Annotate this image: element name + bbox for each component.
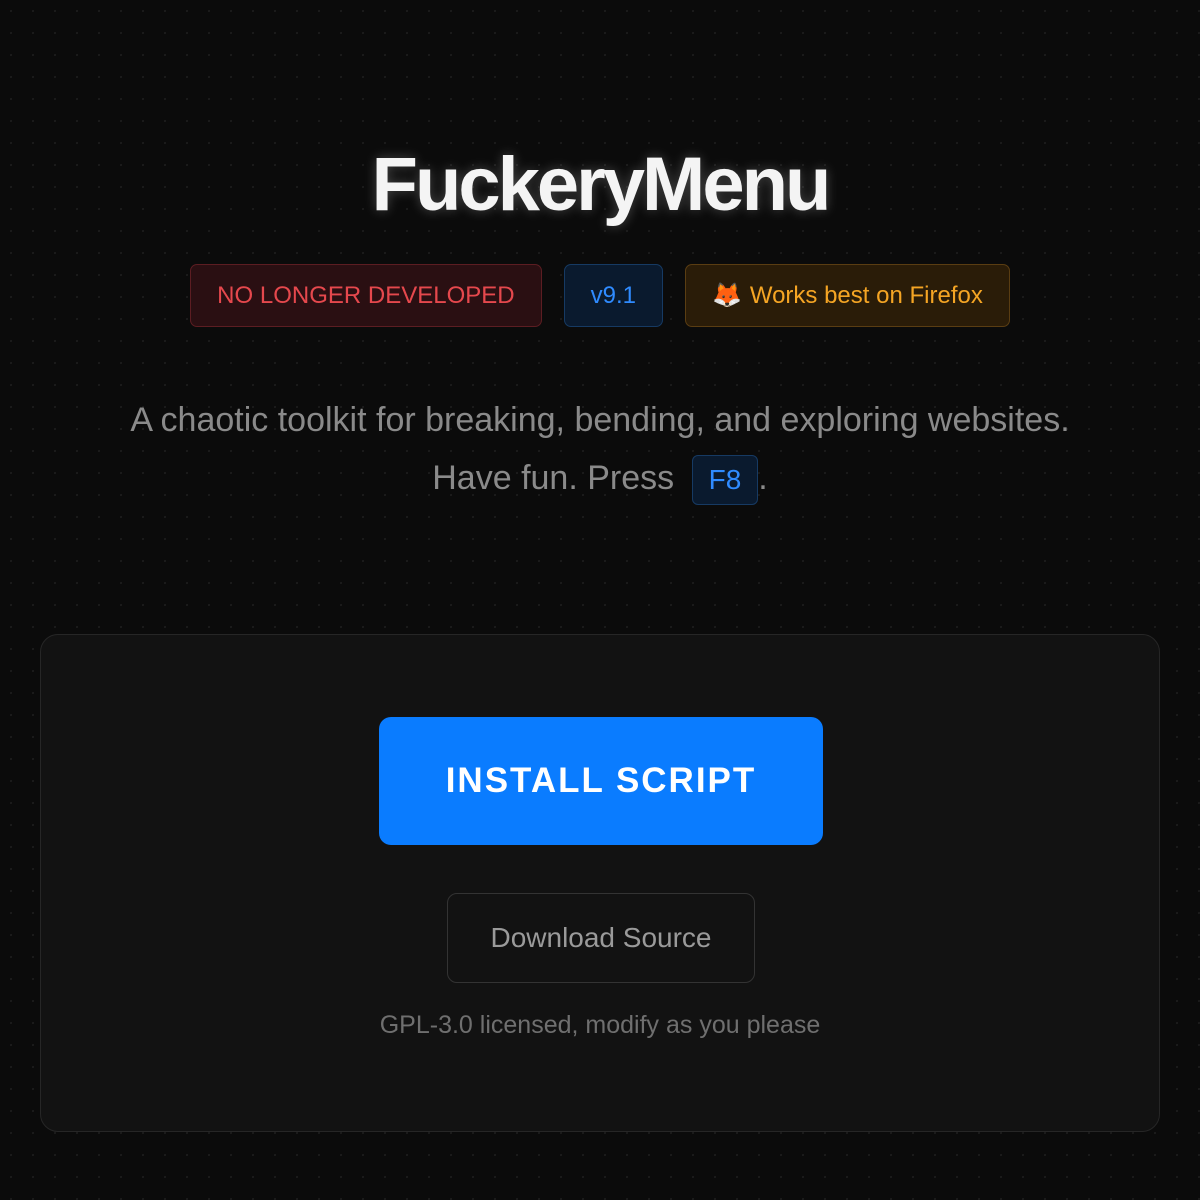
- version-badge-label: v9.1: [590, 281, 636, 309]
- hotkey-hint-prefix: Have fun. Press: [432, 459, 675, 497]
- download-source-button[interactable]: Download Source: [447, 893, 755, 983]
- page-title: FuckeryMenu: [371, 142, 832, 227]
- license-note: GPL-3.0 licensed, modify as you please: [379, 1011, 821, 1039]
- hotkey-hint-suffix: .: [758, 459, 768, 497]
- hotkey-key: F8: [691, 455, 759, 506]
- hotkey-hint: Have fun. Press F8.: [0, 452, 1200, 506]
- install-card: INSTALL SCRIPT Download Source GPL-3.0 l…: [40, 634, 1160, 1132]
- tagline: A chaotic toolkit for breaking, bending,…: [130, 401, 1070, 439]
- install-script-button[interactable]: INSTALL SCRIPT: [379, 717, 823, 845]
- status-badge-label: NO LONGER DEVELOPED: [217, 281, 515, 309]
- fox-icon: 🦊: [711, 282, 742, 309]
- page: FuckeryMenu NO LONGER DEVELOPED v9.1 🦊 W…: [0, 0, 1200, 1200]
- status-badge: NO LONGER DEVELOPED: [190, 264, 542, 327]
- browser-badge: 🦊 Works best on Firefox: [684, 264, 1010, 327]
- badge-row: NO LONGER DEVELOPED v9.1 🦊 Works best on…: [0, 264, 1200, 327]
- browser-badge-label: Works best on Firefox: [749, 281, 983, 309]
- version-badge: v9.1: [563, 264, 663, 327]
